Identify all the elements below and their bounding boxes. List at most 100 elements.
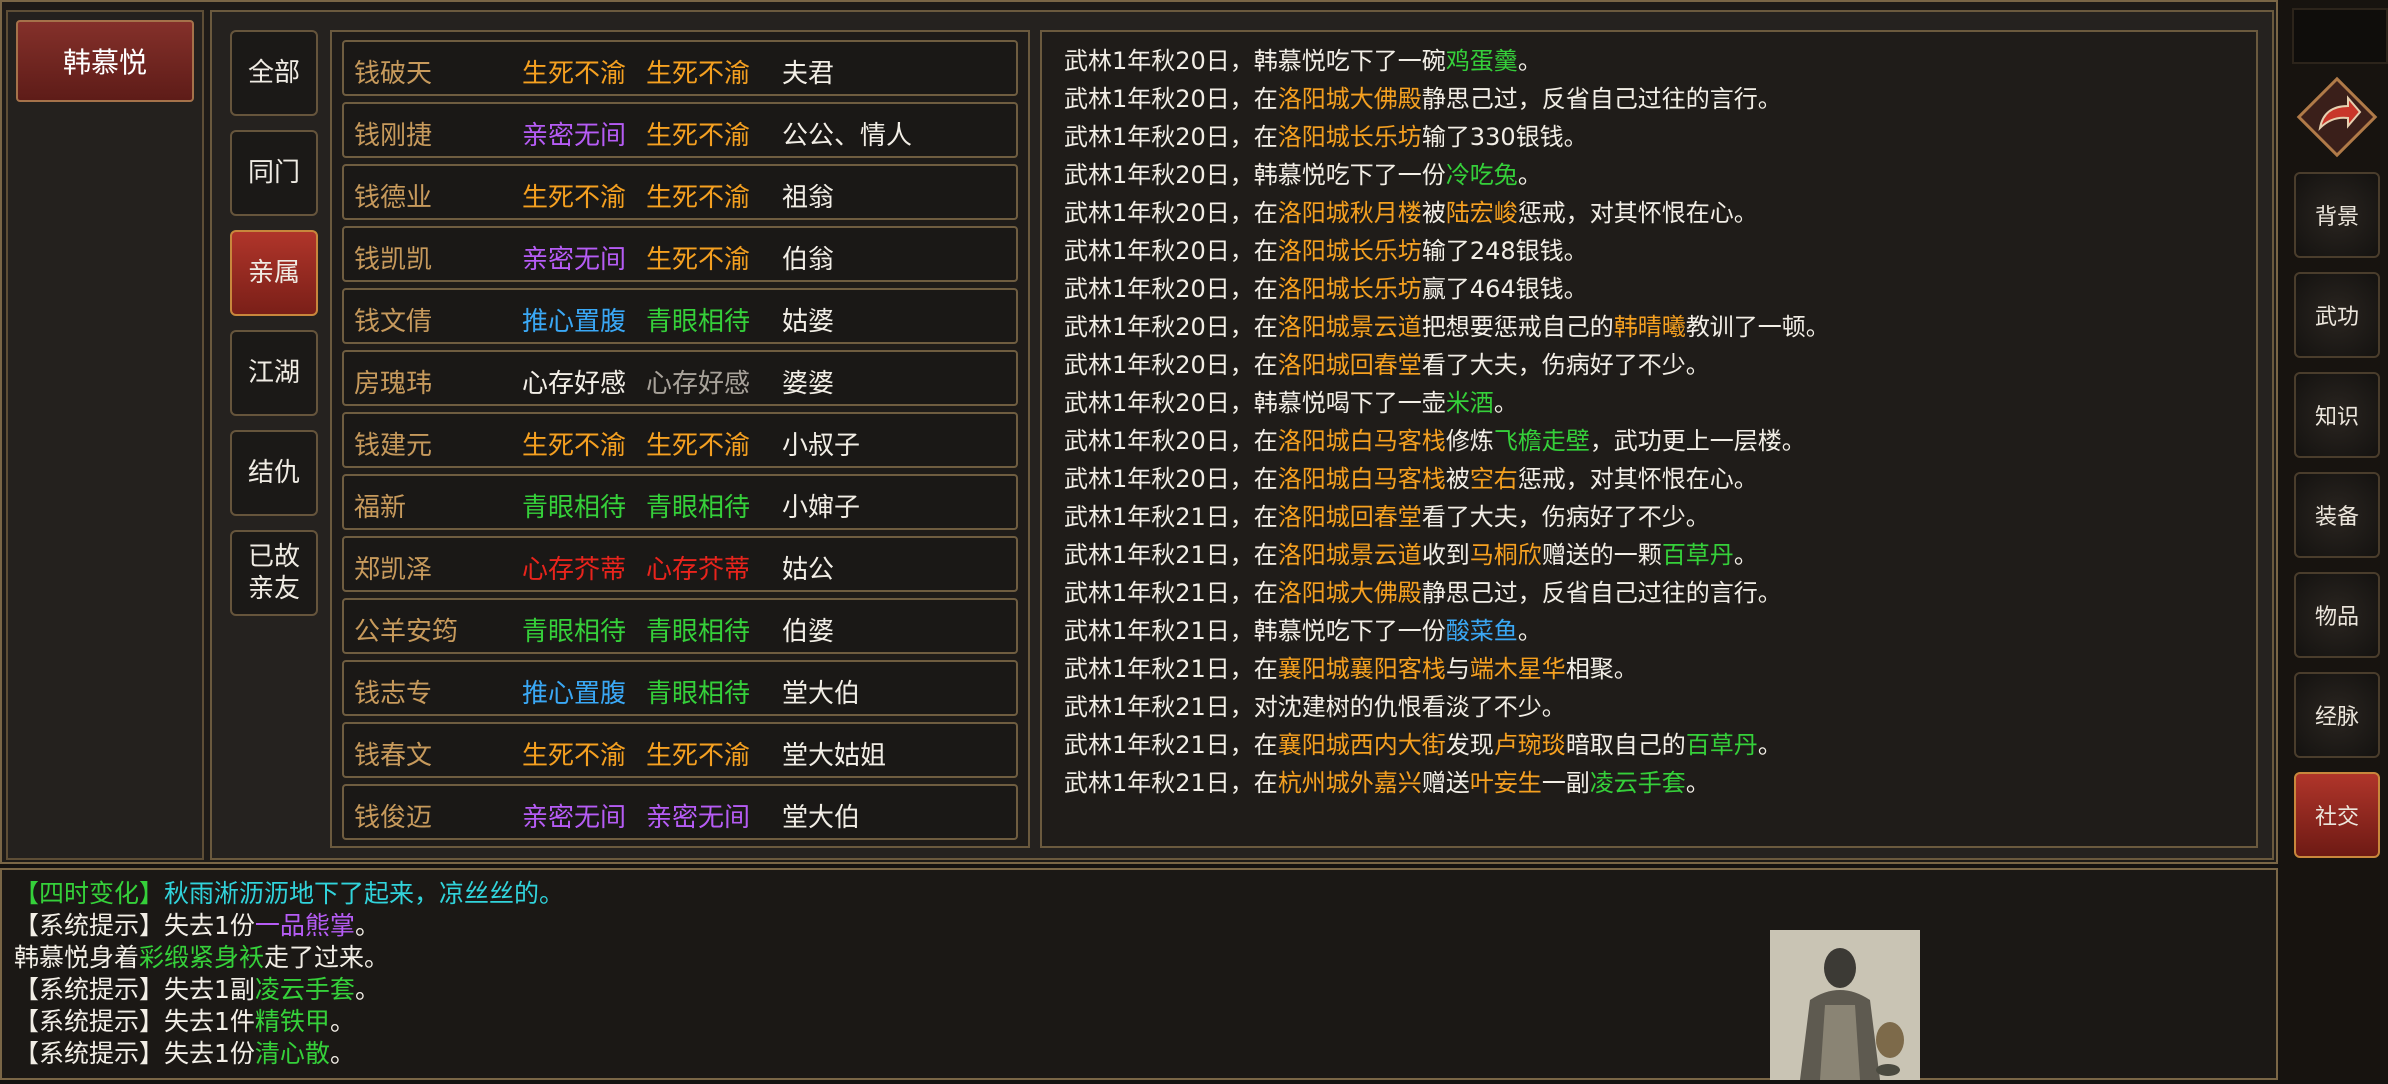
log-entry-segment: 被 bbox=[1421, 199, 1446, 227]
npc-name: 钱志专 bbox=[354, 679, 433, 709]
relation-row[interactable]: 钱德业 生死不渝 生死不渝 祖翁 bbox=[342, 164, 1018, 220]
relation-row[interactable]: 钱建元 生死不渝 生死不渝 小叔子 bbox=[342, 412, 1018, 468]
log-entry-segment: 武林1年秋21日，在 bbox=[1064, 541, 1278, 569]
character-name-button[interactable]: 韩慕悦 bbox=[16, 20, 194, 102]
log-entry-segment: 韩晴曦 bbox=[1613, 313, 1686, 341]
log-entry: 武林1年秋21日，韩慕悦吃下了一份酸菜鱼。 bbox=[1064, 612, 2254, 650]
relation-row[interactable]: 钱凯凯 亲密无间 生死不渝 伯翁 bbox=[342, 226, 1018, 282]
message-line-segment: 【系统提示】失去1份 bbox=[14, 911, 255, 940]
relation-row[interactable]: 钱破天 生死不渝 生死不渝 夫君 bbox=[342, 40, 1018, 96]
log-entry: 武林1年秋20日，在洛阳城秋月楼被陆宏峻惩戒，对其怀恨在心。 bbox=[1064, 194, 2254, 232]
relation-level-mine: 心存好感 bbox=[522, 369, 627, 399]
side-menu-button-5[interactable]: 经脉 bbox=[2294, 672, 2380, 758]
relation-row[interactable]: 福新 青眼相待 青眼相待 小婶子 bbox=[342, 474, 1018, 530]
log-entry-segment: 武林1年秋20日，在 bbox=[1064, 275, 1278, 303]
tab-4[interactable]: 结仇 bbox=[230, 430, 318, 516]
portrait-figure-icon bbox=[1770, 930, 1920, 1080]
relation-level-mine: 亲密无间 bbox=[522, 803, 627, 833]
log-entry: 武林1年秋20日，在洛阳城白马客栈被空右惩戒，对其怀恨在心。 bbox=[1064, 460, 2254, 498]
log-entry-segment: 米酒 bbox=[1445, 389, 1494, 417]
message-line-segment: 。 bbox=[329, 1039, 355, 1068]
npc-portrait[interactable] bbox=[1770, 930, 1920, 1080]
side-menu-button-1[interactable]: 武功 bbox=[2294, 272, 2380, 358]
left-column bbox=[6, 10, 204, 860]
message-line: 【四时变化】秋雨淅沥沥地下了起来，凉丝丝的。 bbox=[14, 878, 564, 910]
npc-name: 房瑰玮 bbox=[354, 369, 433, 399]
message-line-segment: 【系统提示】失去1件 bbox=[14, 1007, 255, 1036]
log-entry-segment: 被 bbox=[1445, 465, 1470, 493]
log-entry-segment: 武林1年秋20日，在 bbox=[1064, 465, 1278, 493]
log-entry-segment: 端木星华 bbox=[1469, 655, 1566, 683]
log-entry-segment: 杭州城外嘉兴 bbox=[1277, 769, 1422, 797]
relation-type: 姑婆 bbox=[782, 307, 835, 337]
side-menu-button-0[interactable]: 背景 bbox=[2294, 172, 2380, 258]
relation-level-mine: 生死不渝 bbox=[522, 183, 627, 213]
log-entry-segment: ，武功更上一层楼。 bbox=[1589, 427, 1806, 455]
side-menu-button-4[interactable]: 物品 bbox=[2294, 572, 2380, 658]
message-line-segment: 走了过来。 bbox=[264, 943, 390, 972]
log-entry-segment: 。 bbox=[1517, 617, 1542, 645]
relation-level-mine: 青眼相待 bbox=[522, 493, 627, 523]
message-line-segment: 【系统提示】失去1份 bbox=[14, 1039, 255, 1068]
tab-2[interactable]: 亲属 bbox=[230, 230, 318, 316]
relation-row[interactable]: 钱文倩 推心置腹 青眼相待 姑婆 bbox=[342, 288, 1018, 344]
message-line: 【系统提示】失去1份清心散。 bbox=[14, 1038, 564, 1070]
relation-level-mine: 青眼相待 bbox=[522, 617, 627, 647]
log-entry-segment: 洛阳城回春堂 bbox=[1277, 351, 1422, 379]
relation-row[interactable]: 房瑰玮 心存好感 心存好感 婆婆 bbox=[342, 350, 1018, 406]
log-entry-segment: 静思己过，反省自己过往的言行。 bbox=[1421, 579, 1782, 607]
log-entry-segment: 赠送的一颗 bbox=[1541, 541, 1662, 569]
log-entry-segment: 洛阳城长乐坊 bbox=[1277, 237, 1422, 265]
relation-row[interactable]: 钱志专 推心置腹 青眼相待 堂大伯 bbox=[342, 660, 1018, 716]
log-entry-segment: 卢琬琰 bbox=[1493, 731, 1566, 759]
log-entry-segment: 武林1年秋20日，韩慕悦吃下了一碗 bbox=[1064, 47, 1446, 75]
log-entry-segment: 陆宏峻 bbox=[1445, 199, 1518, 227]
return-button[interactable] bbox=[2296, 76, 2378, 158]
log-entry-segment: 武林1年秋21日，在 bbox=[1064, 769, 1278, 797]
log-entry: 武林1年秋21日，在洛阳城景云道收到马桐欣赠送的一颗百草丹。 bbox=[1064, 536, 2254, 574]
log-entry-segment: 赠送 bbox=[1421, 769, 1470, 797]
message-line-segment: 一品熊掌 bbox=[254, 911, 355, 940]
side-menu-button-6[interactable]: 社交 bbox=[2294, 772, 2380, 858]
side-menu-button-2[interactable]: 知识 bbox=[2294, 372, 2380, 458]
relation-type: 祖翁 bbox=[782, 183, 835, 213]
event-log: 武林1年秋20日，韩慕悦吃下了一碗鸡蛋羹。 武林1年秋20日，在洛阳城大佛殿静思己… bbox=[1064, 42, 2254, 802]
message-line-segment: 【四时变化】 bbox=[14, 879, 165, 908]
log-entry-segment: 武林1年秋21日，在 bbox=[1064, 579, 1278, 607]
npc-name: 钱文倩 bbox=[354, 307, 433, 337]
tab-3[interactable]: 江湖 bbox=[230, 330, 318, 416]
log-entry: 武林1年秋20日，韩慕悦吃下了一份冷吃兔。 bbox=[1064, 156, 2254, 194]
tab-1[interactable]: 同门 bbox=[230, 130, 318, 216]
relation-type: 堂大伯 bbox=[782, 679, 861, 709]
tab-0[interactable]: 全部 bbox=[230, 30, 318, 116]
relation-row[interactable]: 郑凯泽 心存芥蒂 心存芥蒂 姑公 bbox=[342, 536, 1018, 592]
log-entry-segment: 武林1年秋20日，在 bbox=[1064, 199, 1278, 227]
log-entry-segment: 输了330银钱。 bbox=[1421, 123, 1588, 151]
log-entry-segment: 看了大夫，伤病好了不少。 bbox=[1421, 503, 1710, 531]
message-line-segment: 彩缎紧身袄 bbox=[139, 943, 265, 972]
side-menu-button-3[interactable]: 装备 bbox=[2294, 472, 2380, 558]
log-entry: 武林1年秋20日，韩慕悦喝下了一壶米酒。 bbox=[1064, 384, 2254, 422]
log-entry: 武林1年秋21日，在襄阳城襄阳客栈与端木星华相聚。 bbox=[1064, 650, 2254, 688]
log-entry-segment: 。 bbox=[1733, 541, 1758, 569]
tab-5[interactable]: 已故 亲友 bbox=[230, 530, 318, 616]
log-entry-segment: 与 bbox=[1445, 655, 1470, 683]
log-entry: 武林1年秋20日，在洛阳城长乐坊输了330银钱。 bbox=[1064, 118, 2254, 156]
relation-row[interactable]: 钱春文 生死不渝 生死不渝 堂大姑姐 bbox=[342, 722, 1018, 778]
log-entry-segment: 空右 bbox=[1469, 465, 1518, 493]
log-entry: 武林1年秋21日，在杭州城外嘉兴赠送叶妄生一副凌云手套。 bbox=[1064, 764, 2254, 802]
log-entry-segment: 百草丹 bbox=[1685, 731, 1758, 759]
message-line-segment: 。 bbox=[354, 911, 380, 940]
log-entry-segment: 相聚。 bbox=[1565, 655, 1638, 683]
log-entry-segment: 武林1年秋21日，在 bbox=[1064, 731, 1278, 759]
log-entry-segment: 暗取自己的 bbox=[1565, 731, 1686, 759]
message-line: 韩慕悦身着彩缎紧身袄走了过来。 bbox=[14, 942, 564, 974]
log-entry-segment: 。 bbox=[1517, 161, 1542, 189]
relation-row[interactable]: 公羊安筠 青眼相待 青眼相待 伯婆 bbox=[342, 598, 1018, 654]
relation-row[interactable]: 钱俊迈 亲密无间 亲密无间 堂大伯 bbox=[342, 784, 1018, 840]
relation-level-theirs: 心存芥蒂 bbox=[646, 555, 751, 585]
log-entry-segment: 看了大夫，伤病好了不少。 bbox=[1421, 351, 1710, 379]
log-entry-segment: 洛阳城景云道 bbox=[1277, 313, 1422, 341]
relation-row[interactable]: 钱刚捷 亲密无间 生死不渝 公公、情人 bbox=[342, 102, 1018, 158]
log-entry-segment: 凌云手套 bbox=[1589, 769, 1686, 797]
